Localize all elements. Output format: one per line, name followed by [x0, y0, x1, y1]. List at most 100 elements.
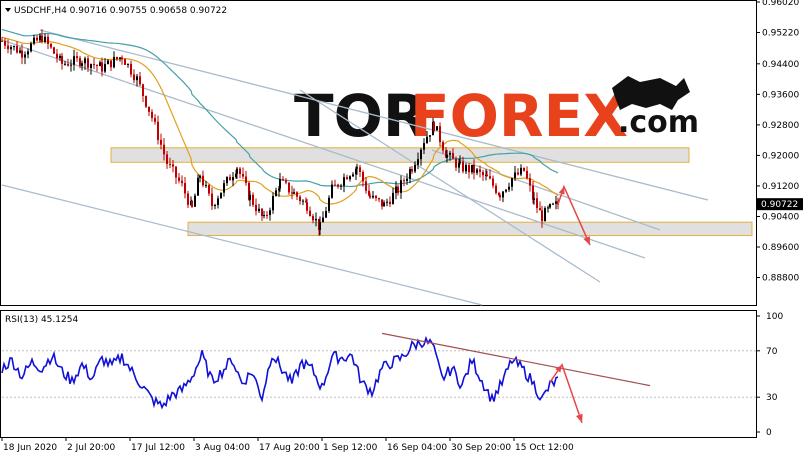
candle-body	[275, 190, 277, 197]
candle-body	[116, 56, 118, 60]
candle-body	[272, 196, 274, 211]
candle-body	[249, 194, 251, 200]
price-header: USDCHF,H4 0.90716 0.90755 0.90658 0.9072…	[5, 6, 227, 16]
candle-body	[473, 164, 475, 173]
candle-body	[76, 56, 78, 59]
price-tick-label: 0.96020	[762, 0, 799, 8]
candle-body	[462, 161, 464, 172]
price-tick-label: 0.91200	[762, 182, 799, 192]
candle-body	[124, 59, 126, 65]
resistance-zone	[110, 147, 690, 163]
candle-body	[70, 64, 72, 66]
candle-body	[449, 152, 451, 155]
candle-body	[436, 126, 438, 131]
candle-body	[67, 63, 69, 66]
time-tick-label: 30 Sep 20:00	[451, 443, 511, 453]
candle-body	[502, 191, 504, 198]
candle-body	[104, 64, 106, 72]
candle-body	[44, 36, 46, 42]
candle-body	[13, 45, 15, 48]
rsi-tick-label: 0	[766, 428, 772, 438]
candle-body	[482, 171, 484, 176]
candle-body	[459, 161, 461, 164]
candle-body	[455, 158, 457, 168]
candle-body	[217, 198, 219, 205]
candle-body	[489, 176, 491, 179]
candle-body	[372, 195, 374, 198]
candle-body	[127, 63, 129, 65]
candle-body	[211, 193, 213, 206]
candle-body	[536, 198, 538, 209]
time-tick-label: 2 Jul 20:00	[67, 443, 116, 453]
price-tick-label: 0.95220	[762, 29, 799, 39]
price-tick-label: 0.93600	[762, 90, 799, 100]
candle-body	[541, 210, 543, 222]
candle-body	[160, 139, 162, 145]
candle-body	[214, 204, 216, 206]
candle-body	[471, 164, 473, 173]
candle-body	[375, 195, 377, 199]
candle-body	[417, 159, 419, 165]
candle-body	[41, 35, 43, 42]
candle-body	[194, 195, 196, 207]
candle-body	[409, 169, 411, 179]
candle-body	[148, 106, 150, 112]
candle-body	[130, 63, 132, 75]
candle-body	[365, 181, 367, 191]
candle-body	[411, 169, 413, 172]
candle-body	[315, 218, 317, 221]
candle-body	[288, 182, 290, 193]
candle-body	[27, 51, 29, 55]
candle-body	[261, 208, 263, 217]
candle-body	[547, 207, 549, 209]
candle-body	[544, 208, 546, 222]
torforex-logo: TOR FOREX .com	[294, 76, 699, 150]
candle-body	[423, 143, 425, 150]
candle-body	[526, 170, 528, 179]
price-tick-label: 0.88800	[762, 274, 799, 284]
candle-body	[337, 184, 339, 187]
candle-body	[258, 208, 260, 212]
logo-com: .com	[618, 105, 699, 140]
time-tick-label: 17 Jul 12:00	[131, 443, 185, 453]
candle-body	[302, 200, 304, 202]
candle-body	[242, 173, 244, 177]
candle-body	[101, 62, 103, 72]
symbol-info: USDCHF,H4 0.90716 0.90755 0.90658 0.9072…	[14, 6, 227, 16]
candle-body	[514, 172, 516, 179]
candle-body	[331, 184, 333, 198]
candle-body	[322, 217, 324, 223]
price-tick-label: 0.90400	[762, 212, 799, 222]
candle-body	[479, 169, 481, 172]
candle-body	[362, 171, 364, 182]
candle-body	[239, 168, 241, 174]
candle-body	[47, 36, 49, 44]
candle-body	[252, 194, 254, 205]
candle-body	[53, 47, 55, 54]
candle-body	[197, 177, 199, 196]
candle-body	[505, 189, 507, 192]
candle-body	[426, 136, 428, 144]
candle-body	[517, 172, 519, 175]
candle-body	[90, 64, 92, 68]
candle-body	[285, 180, 287, 183]
candle-body	[36, 37, 38, 41]
candle-body	[136, 76, 138, 81]
candle-body	[163, 144, 165, 155]
candle-body	[61, 55, 63, 64]
logo-forex: FOREX	[410, 82, 628, 150]
rsi-tick-label: 70	[766, 347, 778, 357]
trading-chart[interactable]: TOR FOREX .com USDCHF,H4 0.90716 0.90755…	[0, 0, 808, 458]
rsi-label: RSI(13) 45.1254	[5, 315, 78, 325]
candle-body	[151, 111, 153, 118]
candle-body	[468, 165, 470, 173]
candle-body	[96, 65, 98, 67]
candle-body	[59, 55, 61, 59]
price-tick-label: 0.92800	[762, 121, 799, 131]
candle-body	[223, 183, 225, 193]
price-tick-label: 0.94400	[762, 60, 799, 70]
time-tick-label: 1 Sep 12:00	[323, 443, 378, 453]
candle-body	[229, 176, 231, 181]
candle-body	[24, 54, 26, 58]
candle-body	[392, 192, 394, 205]
